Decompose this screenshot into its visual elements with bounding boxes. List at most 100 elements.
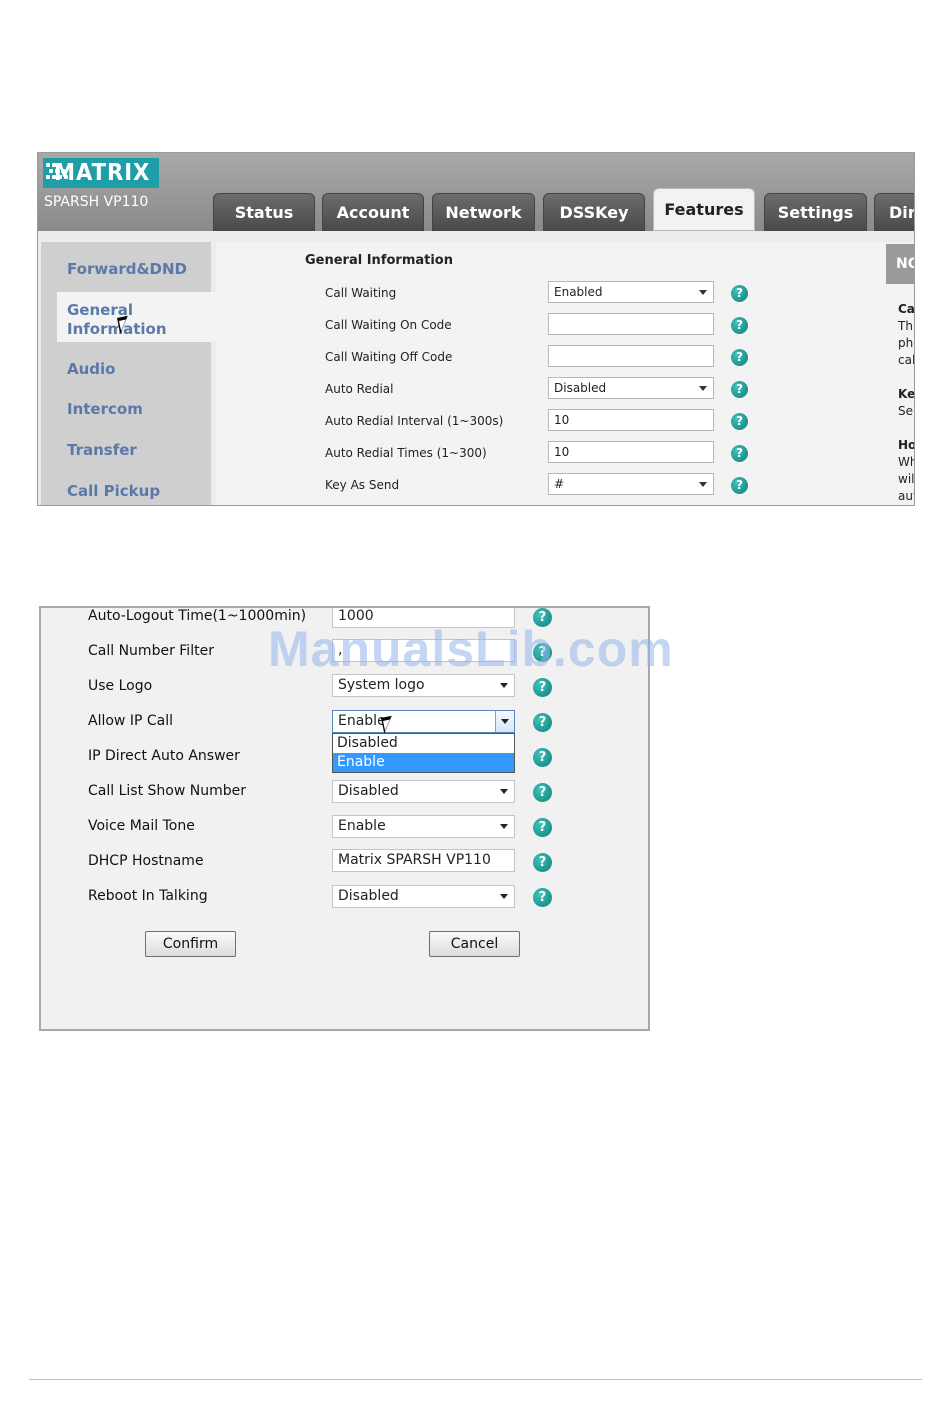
help-icon[interactable]: ?	[533, 678, 552, 697]
call-waiting-select[interactable]: Enabled	[548, 281, 714, 303]
footer-divider	[29, 1379, 922, 1380]
sidebar-item-call-pickup[interactable]: Call Pickup	[67, 482, 160, 501]
auto-redial-select[interactable]: Disabled	[548, 377, 714, 399]
note-text: Key	[898, 387, 915, 401]
sidebar-item-audio[interactable]: Audio	[67, 360, 115, 379]
note-text: Wh	[898, 455, 914, 469]
cancel-button[interactable]: Cancel	[429, 931, 520, 957]
tab-settings[interactable]: Settings	[764, 193, 867, 231]
confirm-button[interactable]: Confirm	[145, 931, 236, 957]
field-label: Reboot In Talking	[88, 888, 208, 904]
field-label: Use Logo	[88, 678, 153, 694]
tab-features[interactable]: Features	[653, 188, 755, 231]
help-icon[interactable]: ?	[731, 381, 748, 398]
call-waiting-off-code-input[interactable]	[548, 345, 714, 367]
help-icon[interactable]: ?	[533, 748, 552, 767]
field-label: Key As Send	[325, 478, 400, 492]
tab-label: Settings	[777, 202, 854, 222]
select-value: Disabled	[338, 888, 399, 904]
select-value: System logo	[338, 677, 425, 693]
help-icon[interactable]: ?	[533, 783, 552, 802]
tab-label: Network	[445, 202, 522, 222]
help-icon[interactable]: ?	[731, 317, 748, 334]
sidebar-item-transfer[interactable]: Transfer	[67, 441, 137, 460]
sidebar-item-forward-dnd[interactable]: Forward&DND	[67, 260, 187, 279]
field-label: Auto Redial Interval (1~300s)	[325, 414, 504, 428]
dropdown-option-enable[interactable]: Enable	[333, 753, 514, 772]
tab-dsskey[interactable]: DSSKey	[543, 193, 645, 231]
help-icon[interactable]: ?	[533, 818, 552, 837]
dropdown-arrow-icon	[500, 683, 508, 688]
tab-label: Status	[234, 202, 294, 222]
help-icon[interactable]: ?	[731, 349, 748, 366]
note-text: Cal	[898, 302, 915, 316]
tab-directory[interactable]: Dir	[874, 193, 915, 231]
note-text: cal	[898, 353, 915, 367]
allow-ip-call-dropdown-list: Disabled Enable	[332, 733, 515, 773]
dropdown-arrow-icon	[501, 719, 509, 724]
tab-label: DSSKey	[559, 202, 629, 222]
help-icon[interactable]: ?	[731, 413, 748, 430]
field-label: Auto Redial	[325, 382, 394, 396]
field-label: IP Direct Auto Answer	[88, 748, 240, 764]
note-text: Thi	[898, 319, 915, 333]
sidebar-item-label: Information	[67, 320, 167, 338]
field-label: DHCP Hostname	[88, 853, 204, 869]
note-header: NO	[886, 244, 914, 284]
select-value: Enabled	[554, 285, 603, 299]
help-icon[interactable]: ?	[731, 285, 748, 302]
model-name: SPARSH VP110	[44, 194, 149, 210]
voice-mail-tone-select[interactable]: Enable	[332, 815, 515, 838]
field-label: Allow IP Call	[88, 713, 173, 729]
tab-network[interactable]: Network	[432, 193, 535, 231]
auto-redial-times-input[interactable]: 10	[548, 441, 714, 463]
tab-label: Dir	[889, 202, 915, 222]
field-label: Call Number Filter	[88, 643, 214, 659]
field-label: Auto Redial Times (1~300)	[325, 446, 487, 460]
settings-content: General Information Call Waiting Enabled…	[216, 242, 886, 505]
call-waiting-on-code-input[interactable]	[548, 313, 714, 335]
tab-account[interactable]: Account	[322, 193, 424, 231]
dropdown-arrow-icon	[500, 824, 508, 829]
note-text: wil	[898, 472, 915, 486]
call-list-show-number-select[interactable]: Disabled	[332, 780, 515, 803]
allow-ip-call-select[interactable]: Enable	[332, 710, 515, 733]
logo-grid-icon	[46, 161, 68, 185]
auto-redial-interval-input[interactable]: 10	[548, 409, 714, 431]
web-ui-screenshot-features: MATRIX SPARSH VP110 Status Account Netwo…	[37, 152, 915, 506]
help-icon[interactable]: ?	[533, 888, 552, 907]
sidebar: Forward&DND General Information Audio In…	[41, 242, 219, 505]
dropdown-arrow-icon	[500, 894, 508, 899]
tab-label: Account	[336, 202, 410, 222]
help-icon[interactable]: ?	[533, 853, 552, 872]
brand-name: MATRIX	[54, 160, 151, 186]
section-title: General Information	[305, 253, 453, 268]
key-as-send-select[interactable]: #	[548, 473, 714, 495]
select-value: Enable	[338, 713, 386, 729]
note-text: pho	[898, 336, 914, 350]
note-text: Ho	[898, 438, 915, 452]
note-text: aut	[898, 489, 914, 503]
tab-status[interactable]: Status	[213, 193, 315, 231]
help-icon[interactable]: ?	[533, 713, 552, 732]
dhcp-hostname-input[interactable]: Matrix SPARSH VP110	[332, 849, 515, 872]
select-value: Disabled	[338, 783, 399, 799]
dropdown-button[interactable]	[495, 711, 514, 732]
dropdown-arrow-icon	[500, 789, 508, 794]
field-label: Call Waiting	[325, 286, 397, 300]
select-value: Enable	[338, 818, 386, 834]
dropdown-arrow-icon	[699, 290, 707, 295]
reboot-in-talking-select[interactable]: Disabled	[332, 885, 515, 908]
field-label: Voice Mail Tone	[88, 818, 195, 834]
dropdown-arrow-icon	[699, 386, 707, 391]
field-label: Call Waiting On Code	[325, 318, 452, 332]
note-text: Sel	[898, 404, 915, 418]
help-icon[interactable]: ?	[731, 445, 748, 462]
sidebar-item-intercom[interactable]: Intercom	[67, 400, 143, 419]
matrix-logo: MATRIX	[43, 158, 159, 188]
dropdown-option-disabled[interactable]: Disabled	[333, 734, 514, 753]
help-icon[interactable]: ?	[731, 477, 748, 494]
header-bar: MATRIX SPARSH VP110 Status Account Netwo…	[38, 153, 915, 231]
field-label: Call Waiting Off Code	[325, 350, 453, 364]
watermark: ManualsLib.com	[268, 621, 674, 677]
